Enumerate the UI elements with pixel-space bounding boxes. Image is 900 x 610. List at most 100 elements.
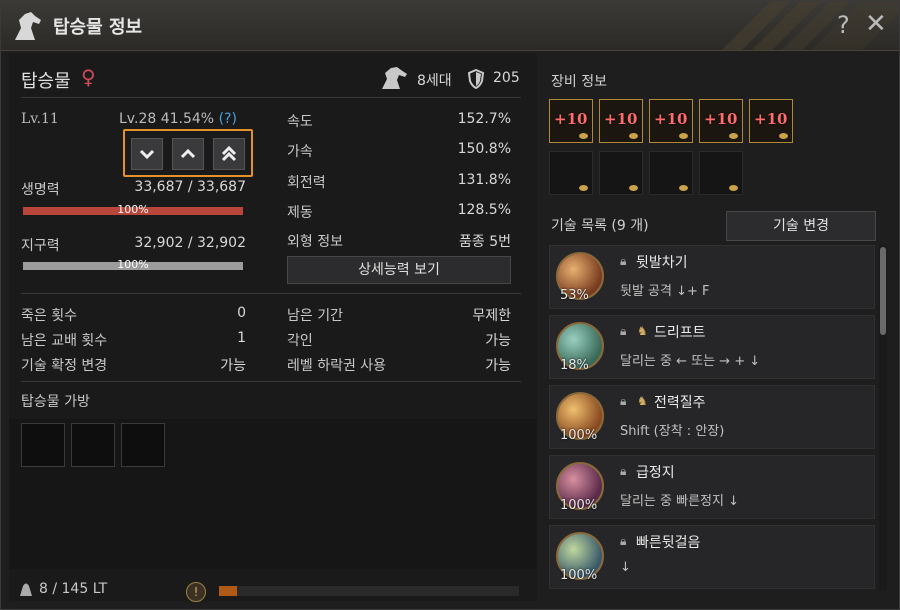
mount-exp: Lv.28 41.54% (?) bbox=[119, 111, 237, 127]
skill-desc: 달리는 중 ← 또는 → + ↓ bbox=[620, 354, 761, 369]
detail-stats-button[interactable]: 상세능력 보기 bbox=[287, 256, 511, 284]
skill-progress: 100% bbox=[560, 498, 598, 513]
exp-help-link[interactable]: (?) bbox=[219, 111, 237, 127]
armor-value: 205 bbox=[493, 70, 520, 86]
level-up-max-button[interactable] bbox=[213, 138, 245, 170]
mount-stats-panel: 탑승물 ♀ 8세대 205 Lv.11 Lv.28 41.54% (?) 생명력… bbox=[9, 53, 537, 602]
shield-icon bbox=[467, 69, 485, 89]
equip-slot-empty[interactable] bbox=[599, 151, 643, 195]
stat-value: 131.8% bbox=[457, 172, 511, 188]
skill-change-button[interactable]: 기술 변경 bbox=[726, 211, 876, 241]
skill-name: 드리프트 bbox=[654, 325, 706, 341]
horse-icon: ♞ bbox=[637, 324, 648, 338]
info-value: 0 bbox=[237, 305, 246, 321]
coin-icon bbox=[629, 133, 638, 139]
skill-desc: 달리는 중 빠른정지 ↓ bbox=[620, 494, 739, 509]
bag-progress-bar bbox=[219, 586, 519, 596]
weight-icon bbox=[19, 581, 33, 601]
weight-value: 8 / 145 LT bbox=[39, 581, 108, 597]
stat-label: 회전력 bbox=[287, 175, 326, 191]
mount-info-window: 탑승물 정보 ? ✕ 탑승물 ♀ 8세대 205 Lv.11 Lv.28 41.… bbox=[0, 0, 900, 610]
skill-item[interactable]: 100% 🔒︎ ♞ 전력질주 Shift (장착 : 안장) bbox=[549, 385, 875, 449]
skill-desc: 뒷발 공격 ↓+ F bbox=[620, 284, 710, 299]
skill-list-title: 기술 목록 (9 개) bbox=[551, 218, 649, 234]
equip-slot-filled[interactable]: +10 bbox=[599, 99, 643, 143]
coin-icon bbox=[629, 185, 638, 191]
equip-slot-filled[interactable]: +10 bbox=[749, 99, 793, 143]
skill-item[interactable]: 100% 🔒︎ 빠른뒷걸음 ↓ bbox=[549, 525, 875, 589]
hp-bar: 100% bbox=[23, 203, 243, 216]
window-title: 탑승물 정보 bbox=[53, 17, 143, 38]
exp-text: Lv.28 41.54% bbox=[119, 111, 215, 127]
skill-item[interactable]: 100% 🔒︎ 급정지 달리는 중 빠른정지 ↓ bbox=[549, 455, 875, 519]
horse-icon: ♞ bbox=[637, 394, 648, 408]
stat-label: 가속 bbox=[287, 144, 313, 160]
equip-slot-empty[interactable] bbox=[549, 151, 593, 195]
enhance-level: +10 bbox=[654, 110, 688, 128]
horse-generation-icon bbox=[382, 67, 407, 89]
close-button[interactable]: ✕ bbox=[865, 9, 887, 39]
bag-slot[interactable] bbox=[21, 423, 65, 467]
level-up-button[interactable] bbox=[172, 138, 204, 170]
skill-name: 빠른뒷걸음 bbox=[636, 535, 701, 551]
equip-slot-filled[interactable]: +10 bbox=[649, 99, 693, 143]
enhance-level: +10 bbox=[554, 110, 588, 128]
coin-icon bbox=[729, 133, 738, 139]
coin-icon bbox=[679, 185, 688, 191]
skill-progress: 53% bbox=[560, 288, 589, 303]
enhance-level: +10 bbox=[754, 110, 788, 128]
info-value: 무제한 bbox=[472, 308, 511, 324]
hp-value: 33,687 / 33,687 bbox=[134, 179, 246, 195]
stamina-value: 32,902 / 32,902 bbox=[134, 235, 246, 251]
coin-icon bbox=[579, 133, 588, 139]
double-chevron-up-icon bbox=[221, 145, 237, 162]
equip-slot-empty[interactable] bbox=[649, 151, 693, 195]
divider bbox=[21, 381, 521, 382]
coin-icon bbox=[729, 185, 738, 191]
lock-icon: 🔒︎ bbox=[620, 464, 627, 478]
skill-progress: 18% bbox=[560, 358, 589, 373]
divider bbox=[21, 293, 521, 294]
stat-value: 128.5% bbox=[457, 202, 511, 218]
lock-icon: 🔒︎ bbox=[620, 394, 627, 408]
stamina-bar: 100% bbox=[23, 258, 243, 271]
level-down-button[interactable] bbox=[131, 138, 163, 170]
skill-scrollbar[interactable] bbox=[879, 245, 887, 591]
equipment-title: 장비 정보 bbox=[551, 74, 607, 90]
info-value: 가능 bbox=[485, 333, 511, 349]
scroll-thumb[interactable] bbox=[880, 247, 886, 335]
equip-slot-filled[interactable]: +10 bbox=[699, 99, 743, 143]
skill-name: 급정지 bbox=[636, 465, 675, 481]
horse-icon bbox=[15, 12, 41, 40]
skill-desc: ↓ bbox=[620, 560, 631, 575]
skill-item[interactable]: 18% 🔒︎ ♞ 드리프트 달리는 중 ← 또는 → + ↓ bbox=[549, 315, 875, 379]
skill-list[interactable]: 53% 🔒︎ 뒷발차기 뒷발 공격 ↓+ F 18% 🔒︎ ♞ 드리프트 달리는… bbox=[545, 245, 879, 595]
hp-percent: 100% bbox=[117, 203, 149, 216]
female-icon: ♀ bbox=[81, 65, 96, 89]
info-value: 1 bbox=[237, 330, 246, 346]
warning-icon[interactable]: ! bbox=[186, 582, 206, 602]
stamina-label: 지구력 bbox=[21, 238, 60, 254]
info-label: 죽은 횟수 bbox=[21, 308, 77, 324]
chevron-down-icon bbox=[139, 149, 155, 160]
help-button[interactable]: ? bbox=[837, 11, 850, 39]
equip-slot-filled[interactable]: +10 bbox=[549, 99, 593, 143]
bag-slot[interactable] bbox=[121, 423, 165, 467]
stat-label: 제동 bbox=[287, 205, 313, 221]
info-label: 남은 기간 bbox=[287, 308, 343, 324]
lock-icon: 🔒︎ bbox=[620, 324, 627, 338]
title-bar[interactable]: 탑승물 정보 ? ✕ bbox=[1, 1, 899, 51]
skill-name: 뒷발차기 bbox=[636, 255, 688, 271]
stamina-percent: 100% bbox=[117, 258, 149, 271]
mount-level: Lv.11 bbox=[21, 111, 59, 127]
equip-slot-empty[interactable] bbox=[699, 151, 743, 195]
skill-item[interactable]: 53% 🔒︎ 뒷발차기 뒷발 공격 ↓+ F bbox=[549, 245, 875, 309]
lock-icon: 🔒︎ bbox=[620, 254, 627, 268]
skill-progress: 100% bbox=[560, 568, 598, 583]
enhance-level: +10 bbox=[604, 110, 638, 128]
lock-icon: 🔒︎ bbox=[620, 534, 627, 548]
skill-desc: Shift (장착 : 안장) bbox=[620, 424, 725, 439]
info-label: 남은 교배 횟수 bbox=[21, 333, 108, 349]
bag-slot[interactable] bbox=[71, 423, 115, 467]
enhance-level: +10 bbox=[704, 110, 738, 128]
